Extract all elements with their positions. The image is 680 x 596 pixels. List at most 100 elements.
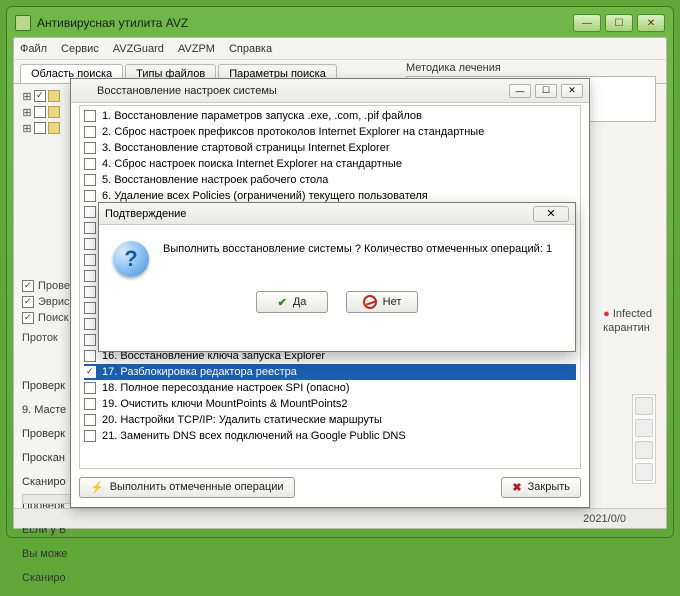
restore-footer: ⚡ Выполнить отмеченные операции ✖ Закрыт… xyxy=(79,473,581,501)
folder-icon xyxy=(48,122,60,134)
folder-icon xyxy=(48,106,60,118)
tree-toggle-icon[interactable]: ⊞ xyxy=(22,90,32,103)
restore-item-label: 2. Сброс настроек префиксов протоколов I… xyxy=(102,126,484,138)
restore-item-label: 19. Очистить ключи MountPoints & MountPo… xyxy=(102,398,347,410)
quarantine-label: карантин xyxy=(603,322,650,334)
yes-label: Да xyxy=(293,296,307,308)
restore-checkbox[interactable] xyxy=(84,430,96,442)
restore-checkbox[interactable] xyxy=(84,382,96,394)
restore-checkbox[interactable] xyxy=(84,126,96,138)
confirm-dialog-title: Подтверждение xyxy=(105,208,527,220)
restore-checkbox[interactable] xyxy=(84,174,96,186)
restore-item-label: 6. Удаление всех Policies (ограничений) … xyxy=(102,190,428,202)
restore-close-button[interactable]: ✕ xyxy=(561,84,583,98)
side-tool-4[interactable] xyxy=(635,463,653,481)
checkbox-check[interactable] xyxy=(22,280,34,292)
tree-checkbox[interactable] xyxy=(34,106,46,118)
restore-item[interactable]: 2. Сброс настроек префиксов протоколов I… xyxy=(84,124,576,140)
lightning-icon: ⚡ xyxy=(90,481,104,494)
no-label: Нет xyxy=(383,296,402,308)
restore-checkbox[interactable] xyxy=(84,318,96,330)
log-line: Сканиро xyxy=(22,572,272,584)
confirm-title-bar: Подтверждение ✕ xyxy=(99,203,575,225)
restore-dialog-title: Восстановление настроек системы xyxy=(97,85,503,97)
confirm-buttons: ✔ Да Нет xyxy=(99,285,575,325)
status-date: 2021/0/0 xyxy=(583,513,626,525)
menu-avzguard[interactable]: AVZGuard xyxy=(113,43,164,55)
restore-item-label: 4. Сброс настроек поиска Internet Explor… xyxy=(102,158,402,170)
close-icon: ✖ xyxy=(512,481,521,494)
maximize-button[interactable]: ☐ xyxy=(605,14,633,32)
restore-item-label: 17. Разблокировка редактора реестра xyxy=(102,366,297,378)
restore-title-bar: Восстановление настроек системы — ☐ ✕ xyxy=(71,79,589,103)
option-search-label: Поиск xyxy=(38,312,68,324)
status-bar: 2021/0/0 xyxy=(14,508,666,528)
restore-item[interactable]: 20. Настройки TCP/IP: Удалить статически… xyxy=(84,412,576,428)
restore-item-label: 3. Восстановление стартовой страницы Int… xyxy=(102,142,389,154)
restore-item[interactable]: 3. Восстановление стартовой страницы Int… xyxy=(84,140,576,156)
restore-checkbox[interactable] xyxy=(84,222,96,234)
menu-service[interactable]: Сервис xyxy=(61,43,99,55)
infected-label: Infected xyxy=(613,308,652,320)
restore-item-label: 18. Полное пересоздание настроек SPI (оп… xyxy=(102,382,350,394)
close-button[interactable]: ✕ xyxy=(637,14,665,32)
restore-checkbox[interactable] xyxy=(84,158,96,170)
close-dialog-button[interactable]: ✖ Закрыть xyxy=(501,477,581,498)
restore-item[interactable]: 17. Разблокировка редактора реестра xyxy=(84,364,576,380)
restore-item[interactable]: 19. Очистить ключи MountPoints & MountPo… xyxy=(84,396,576,412)
restore-maximize-button[interactable]: ☐ xyxy=(535,84,557,98)
restore-checkbox[interactable] xyxy=(84,142,96,154)
side-tool-1[interactable] xyxy=(635,397,653,415)
run-operations-button[interactable]: ⚡ Выполнить отмеченные операции xyxy=(79,477,295,498)
side-toolbar xyxy=(632,394,656,484)
no-button[interactable]: Нет xyxy=(346,291,418,313)
restore-item-label: 1. Восстановление параметров запуска .ex… xyxy=(102,110,422,122)
forbidden-icon xyxy=(363,295,377,309)
tree-toggle-icon[interactable]: ⊞ xyxy=(22,106,32,119)
treatment-header: Методика лечения xyxy=(406,62,656,74)
restore-item[interactable]: 4. Сброс настроек поиска Internet Explor… xyxy=(84,156,576,172)
restore-minimize-button[interactable]: — xyxy=(509,84,531,98)
yes-button[interactable]: ✔ Да xyxy=(256,291,328,313)
check-icon: ✔ xyxy=(278,296,287,309)
confirm-body: ? Выполнить восстановление системы ? Кол… xyxy=(99,225,575,285)
minimize-button[interactable]: — xyxy=(573,14,601,32)
checkbox-search[interactable] xyxy=(22,312,34,324)
restore-checkbox[interactable] xyxy=(84,238,96,250)
restore-item[interactable]: 5. Восстановление настроек рабочего стол… xyxy=(84,172,576,188)
side-tool-2[interactable] xyxy=(635,419,653,437)
folder-icon xyxy=(48,90,60,102)
question-icon: ? xyxy=(113,241,149,277)
restore-item[interactable]: 18. Полное пересоздание настроек SPI (оп… xyxy=(84,380,576,396)
restore-checkbox[interactable] xyxy=(84,398,96,410)
restore-checkbox[interactable] xyxy=(84,302,96,314)
menu-avzpm[interactable]: AVZPM xyxy=(178,43,215,55)
restore-checkbox[interactable] xyxy=(84,414,96,426)
restore-item[interactable]: 21. Заменить DNS всех подключений на Goo… xyxy=(84,428,576,444)
restore-checkbox[interactable] xyxy=(84,254,96,266)
main-title-bar: Антивирусная утилита AVZ — ☐ ✕ xyxy=(11,11,669,35)
restore-item[interactable]: 1. Восстановление параметров запуска .ex… xyxy=(84,108,576,124)
restore-checkbox[interactable] xyxy=(84,286,96,298)
menu-help[interactable]: Справка xyxy=(229,43,272,55)
main-window-title: Антивирусная утилита AVZ xyxy=(37,16,573,30)
restore-checkbox[interactable] xyxy=(84,206,96,218)
menubar: Файл Сервис AVZGuard AVZPM Справка xyxy=(14,38,666,60)
restore-checkbox[interactable] xyxy=(84,334,96,346)
checkbox-heur[interactable] xyxy=(22,296,34,308)
tree-toggle-icon[interactable]: ⊞ xyxy=(22,122,32,135)
menu-file[interactable]: Файл xyxy=(20,43,47,55)
side-tool-3[interactable] xyxy=(635,441,653,459)
confirm-close-button[interactable]: ✕ xyxy=(533,206,569,222)
restore-checkbox[interactable] xyxy=(84,190,96,202)
confirm-message: Выполнить восстановление системы ? Колич… xyxy=(163,241,552,255)
restore-checkbox[interactable] xyxy=(84,110,96,122)
tree-checkbox[interactable] xyxy=(34,122,46,134)
tree-checkbox[interactable] xyxy=(34,90,46,102)
restore-checkbox[interactable] xyxy=(84,366,96,378)
close-dialog-label: Закрыть xyxy=(528,481,570,493)
app-icon xyxy=(15,15,31,31)
confirm-dialog: Подтверждение ✕ ? Выполнить восстановлен… xyxy=(98,202,576,352)
restore-checkbox[interactable] xyxy=(84,270,96,282)
restore-checkbox[interactable] xyxy=(84,350,96,362)
